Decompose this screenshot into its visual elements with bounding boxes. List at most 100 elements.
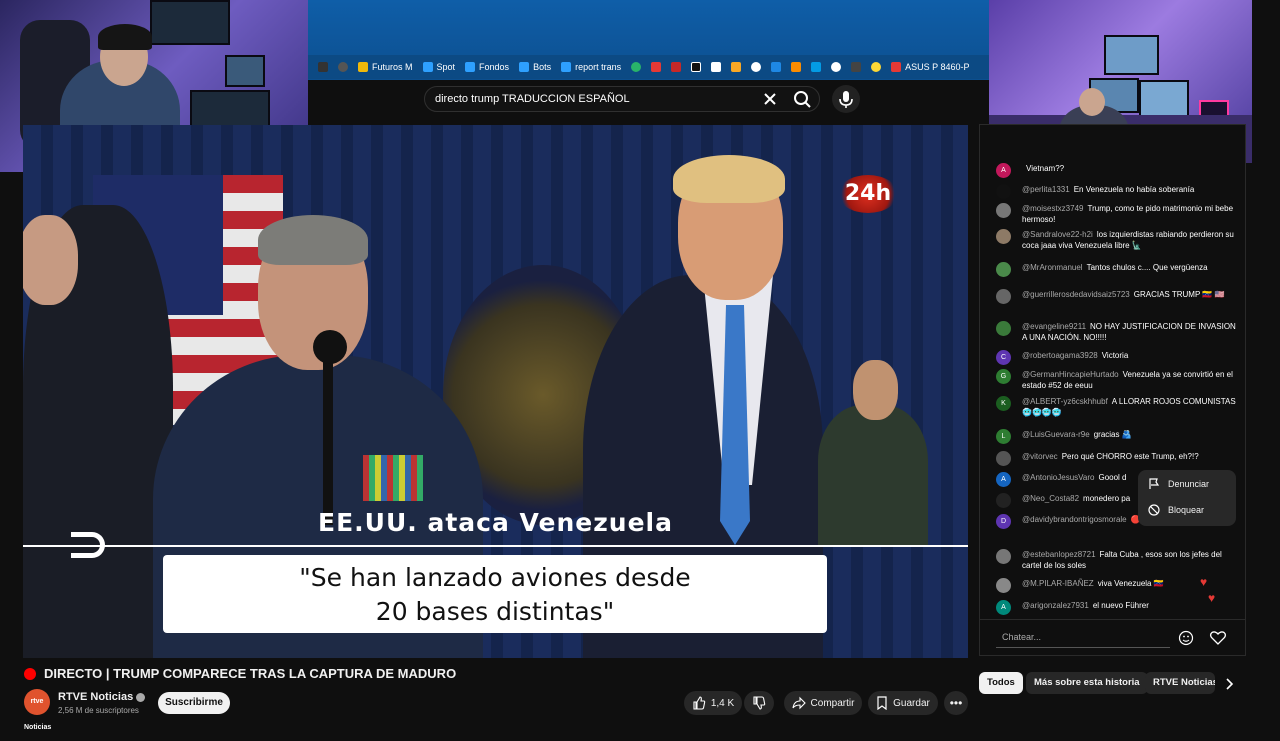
chip-more-story[interactable]: Más sobre esta historia <box>1026 672 1148 694</box>
search-icon[interactable] <box>786 86 820 112</box>
bookmark-favicon-icon[interactable] <box>651 62 662 72</box>
chat-avatar <box>996 289 1011 304</box>
bookmark-spot[interactable]: Spot <box>422 62 455 72</box>
bookmark-asus[interactable]: ASUS P 8460-P <box>891 62 969 72</box>
chat-avatar <box>996 203 1011 218</box>
chat-author[interactable]: @Neo_Costa82 <box>1022 494 1079 503</box>
chat-message[interactable]: K @ALBERT-yz6cskhhubf A LLORAR ROJOS COMU… <box>990 396 1240 418</box>
futures-icon <box>358 62 368 72</box>
bookmark-favicon-icon[interactable] <box>871 62 882 72</box>
bookmark-favicon-icon[interactable] <box>731 62 742 72</box>
dislike-button[interactable] <box>744 691 774 715</box>
bookmark-favicon-icon[interactable] <box>691 62 702 72</box>
chat-author[interactable]: @perlita1331 <box>1022 185 1070 194</box>
report-menu-item[interactable]: Denunciar <box>1138 472 1236 496</box>
chat-message[interactable]: L @LuisGuevara-r9e gracias 🫂 <box>990 429 1240 444</box>
bookmark-favicon-icon[interactable] <box>791 62 802 72</box>
lower-third-line <box>23 545 968 547</box>
bookmark-futuros[interactable]: Futuros M <box>358 62 413 72</box>
quote-line-1: "Se han lanzado aviones desde <box>299 563 691 592</box>
like-button[interactable]: 1,4 K <box>684 691 742 715</box>
chat-text: Victoria <box>1101 351 1129 360</box>
chat-author[interactable]: @M.PILAR-IBAÑEZ <box>1022 579 1094 588</box>
bookmark-favicon-icon[interactable] <box>338 62 348 72</box>
chat-message[interactable]: @moisestxz3749 Trump, como te pido matrim… <box>990 203 1240 225</box>
chat-message[interactable]: @MrAronmanuel Tantos chulos c.... Que ver… <box>990 262 1240 277</box>
microphone-stand <box>323 345 333 525</box>
voice-search-icon[interactable] <box>832 85 860 113</box>
bookmark-favicon-icon[interactable] <box>811 62 822 72</box>
chat-author[interactable]: @estebanlopez8721 <box>1022 550 1096 559</box>
share-label: Compartir <box>810 697 855 709</box>
chat-message[interactable]: @guerrillerosdedavidsaiz5723 GRACIAS TRUM… <box>990 289 1240 304</box>
clear-search-icon[interactable] <box>760 90 780 108</box>
chat-input[interactable]: Chatear... <box>996 626 1170 648</box>
subscribe-button[interactable]: Suscribirme <box>158 692 230 714</box>
share-button[interactable]: Compartir <box>784 691 862 715</box>
chat-message[interactable]: @estebanlopez8721 Falta Cuba , esos son l… <box>990 549 1240 571</box>
chat-author[interactable]: @GermanHincapieHurtado <box>1022 370 1119 379</box>
chat-author[interactable]: @davidybrandontrigosmorale <box>1022 515 1127 524</box>
bookmarks-bar: Futuros M Spot Fondos Bots report trans … <box>308 55 989 79</box>
chat-message[interactable]: @vitorvec Pero qué CHORRO este Trump, eh?… <box>990 451 1240 466</box>
bookmark-favicon-icon[interactable] <box>671 62 682 72</box>
chat-message[interactable]: G @GermanHincapieHurtado Venezuela ya se … <box>990 369 1240 391</box>
chat-author[interactable]: @arigonzalez7931 <box>1022 601 1089 610</box>
chat-avatar <box>996 451 1011 466</box>
chat-message[interactable]: A @arigonzalez7931 el nuevo Führer <box>990 600 1240 615</box>
bookmark-favicon-icon[interactable] <box>851 62 862 72</box>
chat-author[interactable]: @ALBERT-yz6cskhhubf <box>1022 397 1108 406</box>
chat-author[interactable]: @LuisGuevara-r9e <box>1022 430 1090 439</box>
chat-author[interactable]: @AntonioJesusVaro <box>1022 473 1094 482</box>
chat-author[interactable]: @evangeline9211 <box>1022 322 1086 331</box>
video-player[interactable]: 24h EE.UU. ataca Venezuela "Se han lanza… <box>23 125 968 658</box>
chat-avatar <box>996 229 1011 244</box>
chip-all[interactable]: Todos <box>979 672 1023 694</box>
bookmark-favicon-icon[interactable] <box>771 62 782 72</box>
chat-author[interactable]: @moisestxz3749 <box>1022 204 1083 213</box>
thumbs-down-icon <box>753 696 766 710</box>
google-icon[interactable] <box>751 62 762 72</box>
bookmark-bots[interactable]: Bots <box>519 62 551 72</box>
chat-avatar <box>996 184 1011 199</box>
chat-author[interactable]: @Sandralove22-h2i <box>1022 230 1093 239</box>
chat-text: monedero pa <box>1083 494 1131 503</box>
bookmark-fondos[interactable]: Fondos <box>465 62 509 72</box>
chat-message[interactable]: A Vietnam?? <box>990 163 1240 178</box>
chevron-right-icon[interactable] <box>1222 676 1236 692</box>
chat-avatar: L <box>996 429 1011 444</box>
chat-author[interactable]: @MrAronmanuel <box>1022 263 1083 272</box>
chat-author[interactable]: @robertoagama3928 <box>1022 351 1098 360</box>
more-actions-button[interactable]: ••• <box>944 691 968 715</box>
chat-text: gracias 🫂 <box>1093 430 1132 439</box>
chat-avatar: A <box>996 472 1011 487</box>
chat-divider <box>980 619 1245 620</box>
chat-message[interactable]: @evangeline9211 NO HAY JUSTIFICACION DE I… <box>990 321 1240 343</box>
save-button[interactable]: Guardar <box>868 691 938 715</box>
channel-name-text: RTVE Noticias <box>58 691 134 703</box>
chat-message[interactable]: C @robertoagama3928 Victoria <box>990 350 1240 365</box>
bookmark-favicon-icon[interactable] <box>631 62 642 72</box>
chat-message[interactable]: @Sandralove22-h2i los izquierdistas rabia… <box>990 229 1240 251</box>
chip-channel[interactable]: RTVE Noticias <box>1145 672 1215 694</box>
block-label: Bloquear <box>1168 505 1205 515</box>
chat-text: Pero qué CHORRO este Trump, eh?!? <box>1061 452 1199 461</box>
bookmark-favicon-icon[interactable] <box>711 62 722 72</box>
live-chat-panel: A Vietnam?? @perlita1331 En Venezuela no … <box>979 124 1246 656</box>
heart-icon[interactable] <box>1209 630 1227 646</box>
heart-reaction-icon: ♥ <box>1208 591 1216 605</box>
chat-message[interactable]: @perlita1331 En Venezuela no había sobera… <box>990 184 1240 199</box>
asus-icon <box>891 62 902 72</box>
bookmark-favicon-icon[interactable] <box>831 62 842 72</box>
report-label: Denunciar <box>1168 479 1210 489</box>
chat-author[interactable]: @vitorvec <box>1022 452 1058 461</box>
block-menu-item[interactable]: Bloquear <box>1138 498 1236 522</box>
bookmark-favicon-icon[interactable] <box>318 62 328 72</box>
chat-avatar: K <box>996 396 1011 411</box>
channel-avatar[interactable]: rtve Noticias <box>24 689 51 731</box>
chat-author[interactable]: @guerrillerosdedavidsaiz5723 <box>1022 290 1130 299</box>
channel-name[interactable]: RTVE Noticias <box>58 691 146 703</box>
bookmark-report[interactable]: report trans <box>561 62 621 72</box>
emoji-icon[interactable] <box>1178 630 1194 646</box>
chat-avatar <box>996 262 1011 277</box>
